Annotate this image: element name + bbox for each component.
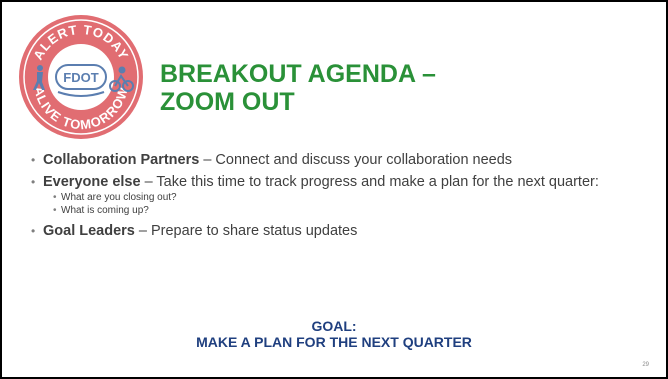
agenda-subitem: What are you closing out? bbox=[53, 191, 651, 204]
goal-statement: GOAL: MAKE A PLAN FOR THE NEXT QUARTER bbox=[2, 318, 666, 350]
agenda-item-text: – Connect and discuss your collaboration… bbox=[199, 152, 513, 168]
alert-today-alive-tomorrow-logo: ALERT TODAY ALIVE TOMORROW FDOT bbox=[19, 15, 143, 139]
agenda-item-goal-leaders: Goal Leaders – Prepare to share status u… bbox=[31, 223, 651, 239]
slide-title: BREAKOUT AGENDA – ZOOM OUT bbox=[160, 60, 436, 116]
agenda-sublist: What are you closing out? What is coming… bbox=[43, 191, 651, 217]
agenda-list: Collaboration Partners – Connect and dis… bbox=[31, 152, 651, 245]
agenda-item-bold: Everyone else bbox=[43, 174, 141, 190]
agenda-item-text: – Prepare to share status updates bbox=[134, 223, 358, 239]
goal-text: MAKE A PLAN FOR THE NEXT QUARTER bbox=[196, 334, 472, 350]
agenda-item-bold: Goal Leaders bbox=[43, 223, 135, 239]
slide: ALERT TODAY ALIVE TOMORROW FDOT BREAKOUT… bbox=[0, 0, 668, 379]
agenda-subitem: What is coming up? bbox=[53, 204, 651, 217]
agenda-item-everyone-else: Everyone else – Take this time to track … bbox=[31, 174, 651, 217]
goal-label: GOAL: bbox=[311, 318, 357, 334]
agenda-item-collaboration-partners: Collaboration Partners – Connect and dis… bbox=[31, 152, 651, 168]
page-number: 29 bbox=[642, 362, 649, 368]
slide-title-line1: BREAKOUT AGENDA – bbox=[160, 60, 436, 88]
agenda-item-text: – Take this time to track progress and m… bbox=[140, 174, 599, 190]
agenda-item-bold: Collaboration Partners bbox=[43, 152, 200, 168]
logo-fdot-text: FDOT bbox=[63, 70, 98, 85]
slide-title-line2: ZOOM OUT bbox=[160, 88, 295, 116]
